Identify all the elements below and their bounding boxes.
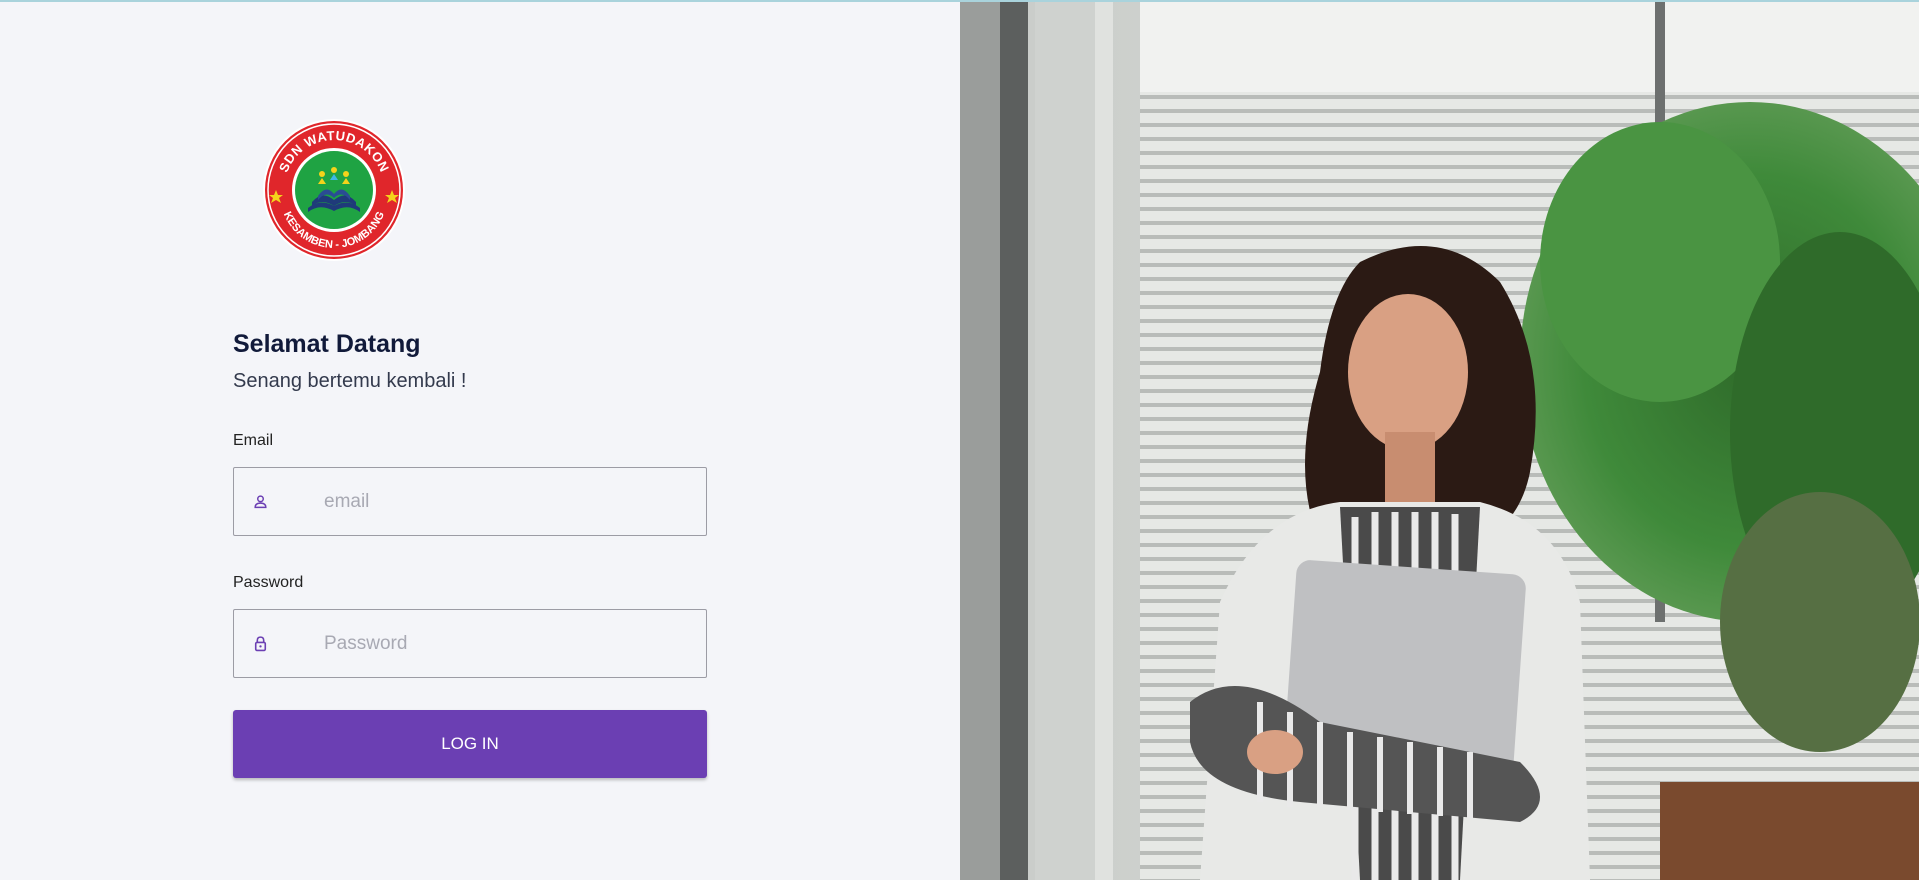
lock-icon [254, 636, 267, 652]
school-logo: SDN WATUDAKON KESAMBEN - JOMBANG [263, 119, 405, 261]
login-page: SDN WATUDAKON KESAMBEN - JOMBANG Selamat… [0, 0, 1919, 880]
office-woman-illustration [960, 2, 1919, 880]
email-label: Email [233, 432, 274, 449]
password-field[interactable] [233, 609, 707, 678]
login-panel: SDN WATUDAKON KESAMBEN - JOMBANG Selamat… [0, 2, 960, 880]
user-icon [254, 495, 267, 509]
welcome-subtitle: Senang bertemu kembali ! [233, 370, 467, 392]
login-button[interactable]: LOG IN [233, 710, 707, 778]
email-input[interactable] [324, 468, 694, 535]
email-field[interactable] [233, 467, 707, 536]
welcome-title: Selamat Datang [233, 330, 421, 358]
password-input[interactable] [324, 610, 694, 677]
password-label: Password [233, 574, 304, 591]
hero-photo [960, 2, 1919, 880]
